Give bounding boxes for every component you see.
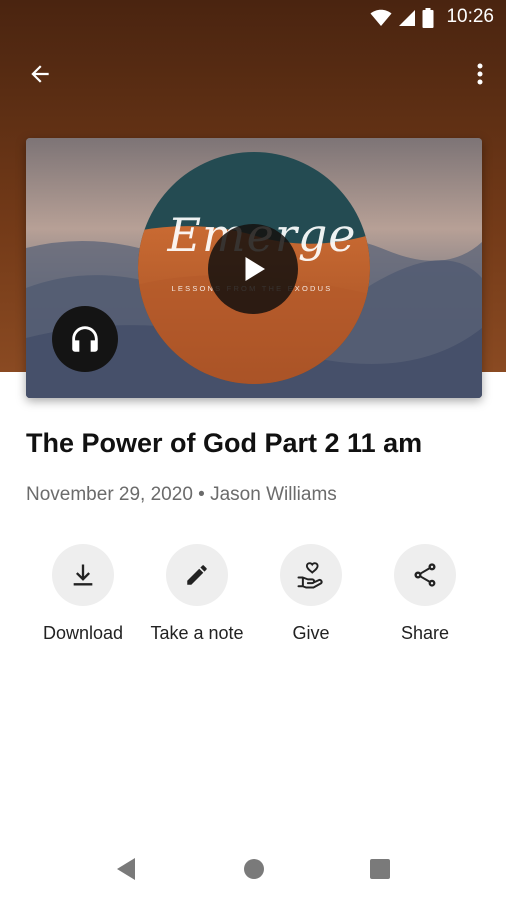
take-note-label: Take a note [150, 623, 244, 643]
status-icons [370, 8, 434, 28]
home-circle-icon [244, 859, 264, 879]
share-icon [414, 563, 436, 587]
arrow-back-icon [31, 65, 49, 83]
share-circle [394, 544, 456, 606]
give-label: Give [292, 623, 330, 643]
sermon-detail-screen: 10:26 LESSONS EXODUS The Power of God Pa… [0, 0, 506, 900]
play-icon [245, 257, 265, 281]
pencil-icon [187, 565, 207, 585]
battery-icon [422, 8, 434, 28]
wifi-icon [370, 9, 392, 26]
headphones-icon [72, 326, 98, 352]
download-circle [52, 544, 114, 606]
sermon-artwork[interactable]: Emerge LESSONS FROM THE EXODUS [26, 138, 482, 398]
audio-button[interactable] [52, 306, 118, 372]
back-triangle-icon [117, 858, 135, 880]
system-nav-bar [0, 836, 506, 900]
sermon-title: The Power of God Part 2 11 am [26, 428, 423, 458]
download-icon [73, 564, 93, 586]
play-button[interactable] [208, 224, 298, 314]
download-label: Download [42, 623, 124, 643]
recents-square-icon [370, 859, 390, 879]
share-label: Share [400, 623, 450, 643]
more-options-button[interactable] [468, 56, 492, 92]
back-button[interactable] [20, 56, 60, 92]
sermon-date-speaker: November 29, 2020 • Jason Williams [26, 484, 337, 505]
cell-signal-icon [399, 10, 415, 26]
nav-back-button[interactable] [111, 854, 141, 884]
more-vert-icon [477, 63, 483, 85]
give-circle [280, 544, 342, 606]
download-button[interactable]: Download [23, 544, 143, 644]
take-note-button[interactable]: Take a note [137, 544, 257, 644]
nav-recents-button[interactable] [365, 854, 395, 884]
status-time: 10:26 [446, 6, 494, 27]
take-note-circle [166, 544, 228, 606]
give-heart-hand-icon [297, 562, 323, 589]
status-bar: 10:26 [0, 0, 506, 36]
nav-home-button[interactable] [239, 854, 269, 884]
give-button[interactable]: Give [251, 544, 371, 644]
share-button[interactable]: Share [365, 544, 485, 644]
